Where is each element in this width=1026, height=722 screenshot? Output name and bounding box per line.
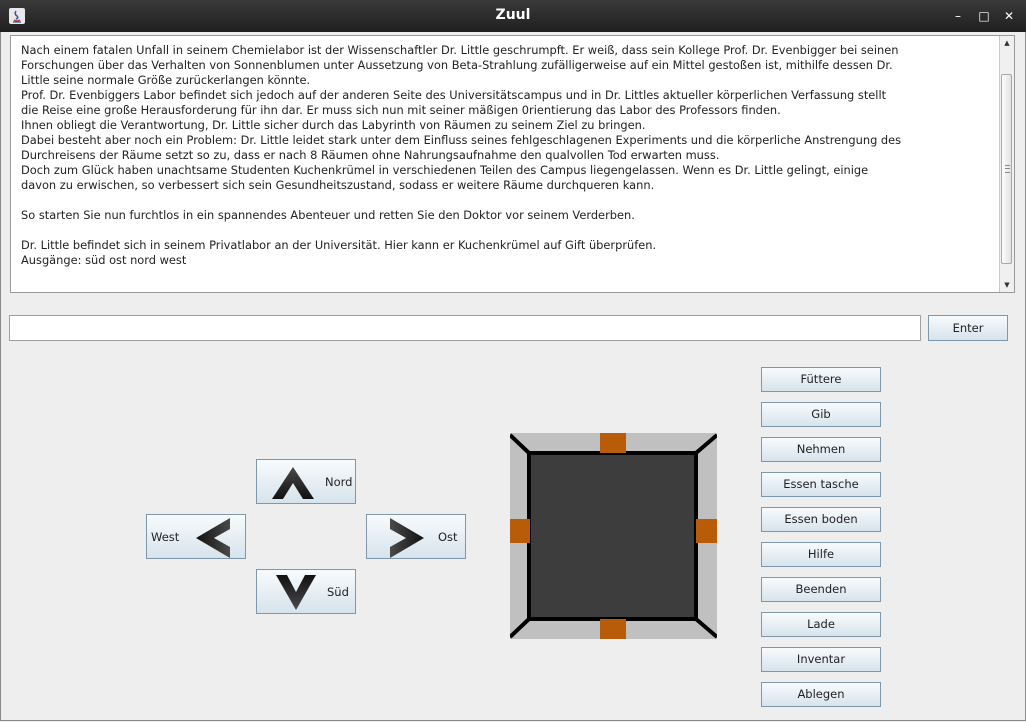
arrow-down-icon <box>276 575 316 610</box>
minimize-icon[interactable]: – <box>948 6 968 26</box>
south-label: Süd <box>327 585 349 599</box>
maximize-icon[interactable]: □ <box>974 6 994 26</box>
close-icon[interactable]: ✕ <box>999 6 1019 26</box>
scroll-up-icon[interactable]: ▲ <box>1000 36 1014 50</box>
grip-icon <box>1005 165 1010 173</box>
west-button[interactable]: West <box>146 514 246 559</box>
arrow-up-icon <box>272 467 314 499</box>
east-button[interactable]: Ost <box>366 514 466 559</box>
inventory-button[interactable]: Inventar <box>761 647 881 672</box>
room-floor <box>527 451 698 621</box>
load-button[interactable]: Lade <box>761 612 881 637</box>
scroll-down-icon[interactable]: ▼ <box>1000 278 1014 292</box>
north-label: Nord <box>325 475 353 489</box>
door-east <box>696 519 717 543</box>
door-west <box>510 519 530 543</box>
eat-bag-button[interactable]: Essen tasche <box>761 472 881 497</box>
arrow-right-icon <box>390 518 424 558</box>
quit-button[interactable]: Beenden <box>761 577 881 602</box>
title-bar: Zuul – □ ✕ <box>0 0 1026 32</box>
west-label: West <box>151 530 180 544</box>
vertical-scrollbar[interactable]: ▲ ▼ <box>999 36 1014 292</box>
enter-button[interactable]: Enter <box>928 315 1008 341</box>
drop-button[interactable]: Ablegen <box>761 682 881 707</box>
arrow-left-icon <box>196 518 230 558</box>
east-label: Ost <box>438 530 458 544</box>
eat-floor-button[interactable]: Essen boden <box>761 507 881 532</box>
door-north <box>600 433 626 453</box>
door-south <box>600 619 626 639</box>
story-text-area[interactable]: Nach einem fatalen Unfall in seinem Chem… <box>10 35 1015 293</box>
story-text: Nach einem fatalen Unfall in seinem Chem… <box>21 43 902 267</box>
scrollbar-thumb[interactable] <box>1001 74 1012 264</box>
command-input[interactable] <box>9 315 921 341</box>
south-button[interactable]: Süd <box>256 569 356 614</box>
give-button[interactable]: Gib <box>761 402 881 427</box>
help-button[interactable]: Hilfe <box>761 542 881 567</box>
north-button[interactable]: Nord <box>256 459 356 504</box>
window-title: Zuul <box>495 7 531 23</box>
room-map <box>510 433 717 639</box>
feed-button[interactable]: Füttere <box>761 367 881 392</box>
take-button[interactable]: Nehmen <box>761 437 881 462</box>
